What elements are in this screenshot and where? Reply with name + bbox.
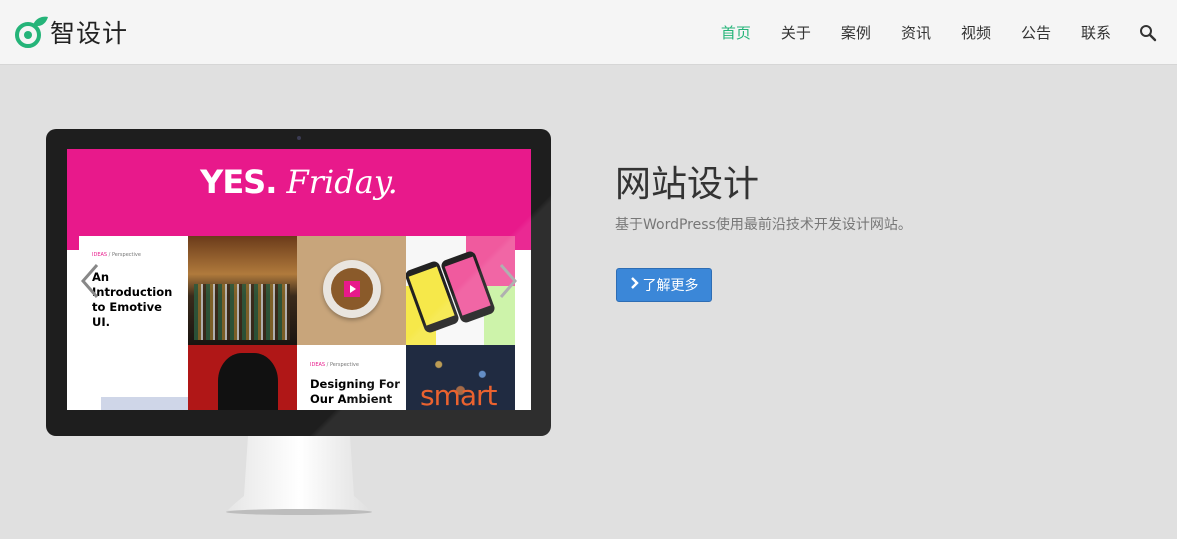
monitor-stand: [226, 436, 372, 516]
learn-more-button[interactable]: 了解更多: [616, 268, 712, 302]
monitor-mockup: YES. Friday. IDEAS / Perspective An Intr…: [46, 129, 551, 436]
smart-text: smart: [420, 379, 498, 410]
search-icon[interactable]: [1139, 24, 1157, 42]
learn-more-label: 了解更多: [642, 278, 699, 294]
card-tag: IDEAS / Perspective: [310, 362, 359, 368]
monitor-screen: YES. Friday. IDEAS / Perspective An Intr…: [67, 149, 531, 410]
bar-photo: [188, 236, 297, 345]
screen-banner-title: YES. Friday.: [67, 163, 531, 201]
nav-item-home[interactable]: 首页: [721, 22, 751, 43]
nav-item-about[interactable]: 关于: [781, 22, 811, 43]
card-title: An Introduction to Emotive UI.: [92, 270, 173, 329]
card-title: Designing For Our Ambient: [310, 377, 400, 406]
bottles-image: [194, 284, 290, 340]
top-navbar: 智设计 首页 关于 案例 资讯 视频 公告 联系: [0, 0, 1177, 65]
play-icon: [344, 281, 360, 297]
nav-item-news[interactable]: 资讯: [901, 22, 931, 43]
card-tag: IDEAS / Perspective: [92, 252, 141, 258]
camera-dot: [297, 136, 301, 140]
portrait-photo: [188, 345, 297, 410]
silhouette-image: [218, 353, 278, 410]
nav-item-notice[interactable]: 公告: [1021, 22, 1051, 43]
screen-banner: YES. Friday.: [67, 149, 531, 236]
hero-title: 网站设计: [615, 164, 760, 205]
chevron-left-icon[interactable]: [77, 261, 101, 301]
banner-yes-text: YES.: [200, 163, 277, 201]
nav-item-cases[interactable]: 案例: [841, 22, 871, 43]
chevron-right-icon[interactable]: [497, 261, 521, 301]
coffee-photo: [297, 236, 406, 345]
brand-name: 智设计: [50, 19, 129, 48]
logo[interactable]: 智设计: [14, 14, 128, 50]
partial-card: [79, 345, 188, 410]
article-card: IDEAS / Perspective Designing For Our Am…: [297, 345, 406, 410]
main-nav: 首页 关于 案例 资讯 视频 公告 联系: [691, 0, 1111, 65]
nav-item-video[interactable]: 视频: [961, 22, 991, 43]
banner-friday-text: Friday.: [286, 163, 398, 201]
leaf-logo-icon: [14, 15, 48, 49]
chevron-right-icon: [630, 277, 639, 293]
coffee-cup-image: [323, 260, 381, 318]
city-photo: smart: [406, 345, 515, 410]
hero-subtitle: 基于WordPress使用最前沿技术开发设计网站。: [615, 217, 912, 233]
nav-item-contact[interactable]: 联系: [1081, 22, 1111, 43]
